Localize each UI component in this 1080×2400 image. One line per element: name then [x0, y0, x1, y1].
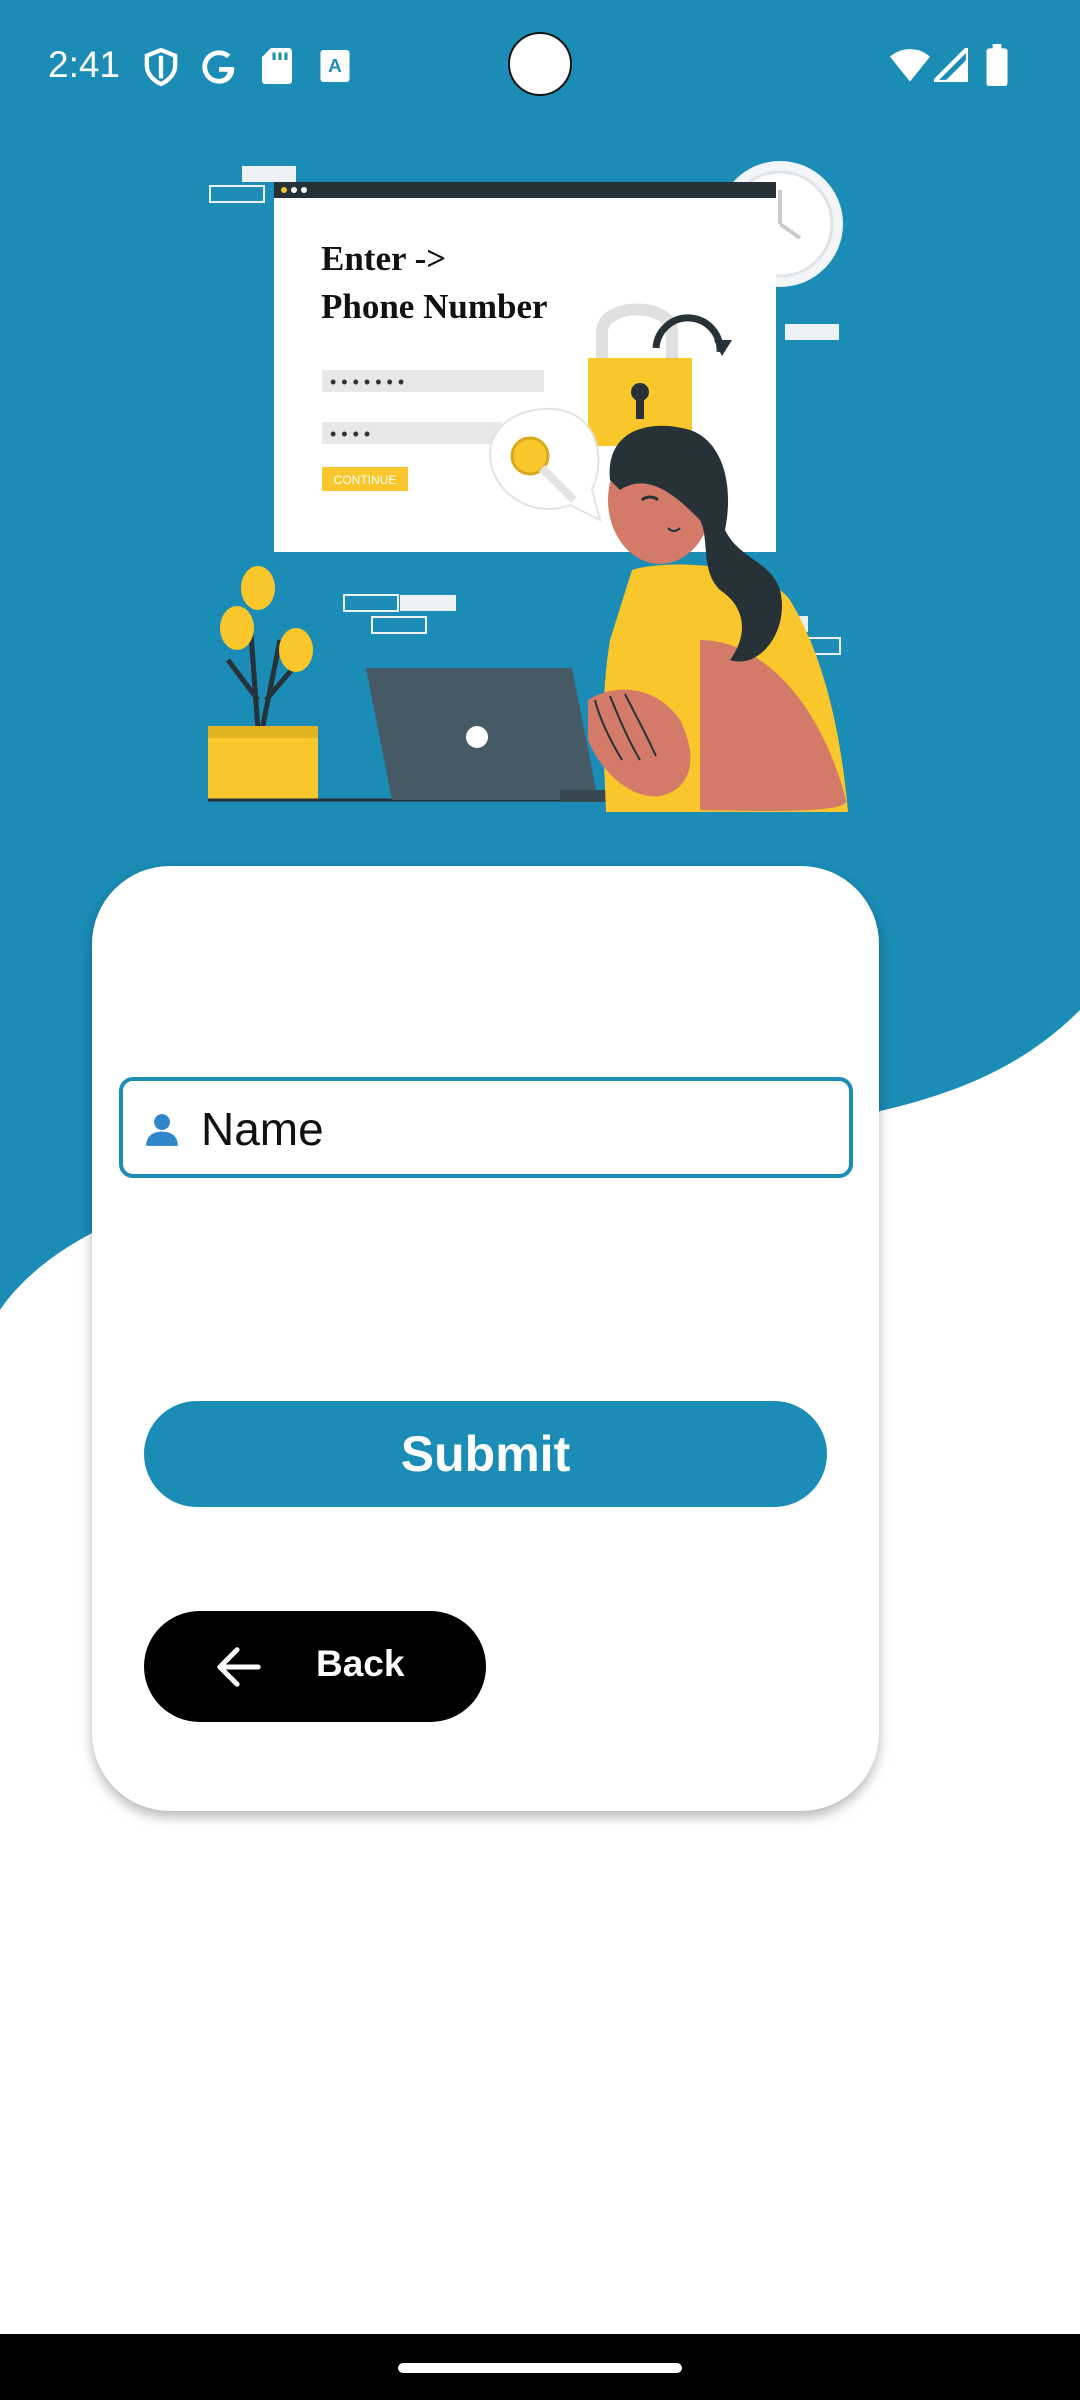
illustration-password-dots-2: • • • • — [330, 424, 370, 444]
arrow-left-icon — [217, 1647, 261, 1687]
illustration-continue-label: CONTINUE — [334, 473, 397, 487]
signal-icon — [928, 42, 971, 87]
svg-text:A: A — [328, 56, 342, 77]
back-button-label: Back — [316, 1643, 405, 1684]
illustration-password-dots-1: • • • • • • • — [330, 372, 404, 392]
illustration-title-line2: Phone Number — [321, 287, 548, 326]
status-bar: 2:41 A — [0, 0, 1080, 135]
keyboard-a-icon: A — [320, 50, 350, 87]
illustration-title-line1: Enter -> — [321, 239, 446, 278]
name-input[interactable] — [201, 1089, 821, 1169]
google-icon — [200, 48, 238, 91]
person-icon — [146, 1114, 178, 1146]
status-time: 2:41 — [48, 44, 121, 85]
camera-cutout — [508, 32, 572, 96]
home-gesture-handle[interactable] — [398, 2363, 682, 2373]
submit-button[interactable]: Submit — [144, 1401, 827, 1507]
name-field[interactable] — [119, 1077, 853, 1178]
shield-icon — [144, 47, 178, 91]
hero-illustration: Enter -> Phone Number • • • • • • • • • … — [208, 161, 848, 812]
sd-card-icon — [262, 48, 292, 89]
battery-icon — [986, 44, 1008, 91]
wifi-icon — [890, 48, 930, 87]
back-button[interactable]: Back — [144, 1611, 486, 1722]
